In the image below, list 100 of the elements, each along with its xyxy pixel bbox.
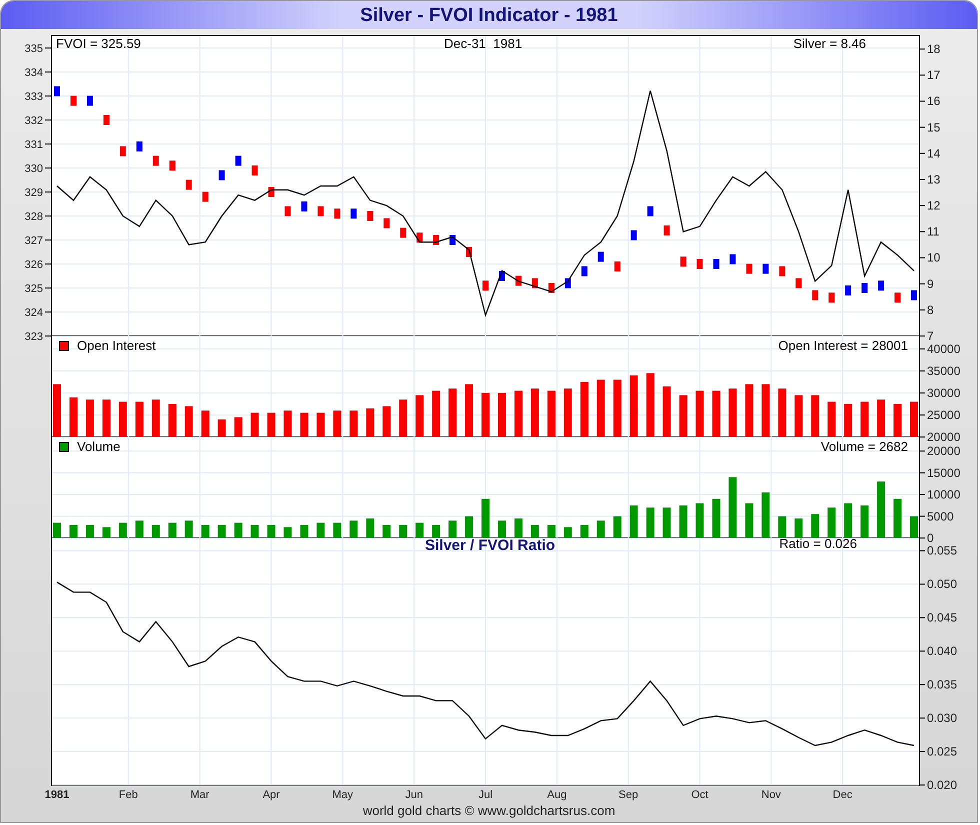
axis-label: 11 <box>927 224 940 239</box>
fvoi-candles <box>779 266 786 276</box>
value-reading: Volume = 2682 <box>820 439 908 456</box>
price-reading: Silver = 8.46 <box>793 36 866 52</box>
open-interest-bar <box>778 388 786 437</box>
axis-label: 333 <box>24 91 43 103</box>
month-label: Jun <box>405 790 423 801</box>
chart-title: Silver - FVOI Indicator - 1981 <box>360 6 618 24</box>
axis-label: 323 <box>24 331 43 343</box>
axis-label: 15 <box>927 120 940 134</box>
open-interest-bar <box>53 384 61 437</box>
open-interest-bar <box>844 404 852 437</box>
fvoi-candles <box>796 278 802 288</box>
axis-label: 40000 <box>927 342 960 356</box>
axis-label: 30000 <box>927 386 960 400</box>
axis-label: 334 <box>24 67 43 79</box>
fvoi-reading: FVOI = 325.59 <box>56 36 141 52</box>
volume-bar <box>877 481 886 538</box>
open-interest-bar <box>828 402 836 437</box>
month-label: Apr <box>262 790 280 801</box>
volume-bar <box>350 520 358 538</box>
fvoi-candles <box>894 292 901 303</box>
open-interest-bar <box>382 406 391 437</box>
fvoi-candles <box>350 208 357 219</box>
volume-bar <box>333 522 342 538</box>
legend-label: Volume <box>77 439 120 456</box>
legend-swatch <box>59 442 69 452</box>
volume-bar <box>448 520 457 538</box>
month-label: May <box>332 790 354 801</box>
axis-label: 328 <box>24 211 43 223</box>
volume-bar <box>416 522 424 538</box>
open-interest-bar <box>482 392 490 437</box>
volume-bar <box>745 503 754 538</box>
volume-bar <box>811 514 820 538</box>
fvoi-candles <box>746 264 752 274</box>
axis-label: 14 <box>927 146 940 160</box>
axis-label: 332 <box>24 115 43 127</box>
axis-label: 18 <box>927 42 940 56</box>
axis-label: 10 <box>927 250 940 265</box>
fvoi-candles <box>762 264 769 274</box>
volume-bar <box>53 522 61 538</box>
open-interest-bar <box>284 410 292 437</box>
axis-label: 20000 <box>927 430 960 444</box>
ratio-reading: Ratio = 0.026 <box>779 536 857 552</box>
axis-label: 7 <box>927 329 934 343</box>
open-interest-bar <box>399 400 408 437</box>
panel-title: Silver / FVOI Ratio <box>425 537 556 556</box>
fvoi-candles <box>730 254 736 264</box>
axis-label: 20000 <box>927 444 960 458</box>
open-interest-bar <box>860 402 869 437</box>
volume-bar <box>366 518 374 538</box>
volume-bar <box>284 527 292 538</box>
fvoi-candles <box>318 206 324 216</box>
volume-bar <box>300 524 308 538</box>
axis-label: 0.045 <box>927 610 958 625</box>
volume-bar <box>762 492 770 538</box>
month-label: Nov <box>761 790 781 801</box>
open-interest-bar <box>728 388 737 437</box>
open-interest-bar <box>333 410 342 437</box>
axis-label: 329 <box>24 187 43 199</box>
volume-bar <box>399 524 408 538</box>
axis-label: 8 <box>927 302 934 317</box>
open-interest-bar <box>894 404 902 437</box>
axis-label: 331 <box>24 139 43 151</box>
axis-label: 0.050 <box>927 577 958 592</box>
axis-label: 25000 <box>927 408 960 422</box>
volume-bar <box>432 524 440 538</box>
month-label: 1981 <box>44 790 70 801</box>
axis-label: 15000 <box>927 466 960 480</box>
axis-label: 16 <box>927 94 940 108</box>
axis-label: 5000 <box>927 509 954 524</box>
month-label: Dec <box>832 790 852 801</box>
month-label: Mar <box>190 790 210 801</box>
open-interest-bar <box>794 395 803 437</box>
volume-bar <box>465 516 474 538</box>
axis-label: 0.055 <box>927 544 958 558</box>
date-label: Dec-31 1981 <box>444 36 522 52</box>
fvoi-candles <box>862 283 868 293</box>
open-interest-bar <box>350 410 358 437</box>
fvoi-candles <box>482 280 488 291</box>
axis-label: 35000 <box>927 364 960 378</box>
volume-bar <box>382 524 391 538</box>
month-label: Jul <box>478 790 493 801</box>
axis-label: 325 <box>24 283 43 295</box>
axis-label: 0.020 <box>927 778 958 792</box>
fvoi-candles <box>878 280 884 291</box>
volume-bar <box>910 516 918 538</box>
open-interest-bar <box>910 402 918 437</box>
open-interest-bar <box>745 384 754 437</box>
axis-label: 335 <box>24 43 43 55</box>
open-interest-bar <box>811 395 820 437</box>
month-label: Aug <box>547 790 567 801</box>
volume-bar <box>860 505 869 538</box>
fvoi-candles <box>812 290 818 300</box>
copyright-text: world gold charts © www.goldchartsrus.com <box>362 804 616 817</box>
open-interest-bar <box>366 408 374 437</box>
open-interest-bar <box>762 384 770 437</box>
fvoi-candles <box>828 292 835 303</box>
month-label: Feb <box>118 790 138 801</box>
open-interest-bar <box>300 412 308 437</box>
